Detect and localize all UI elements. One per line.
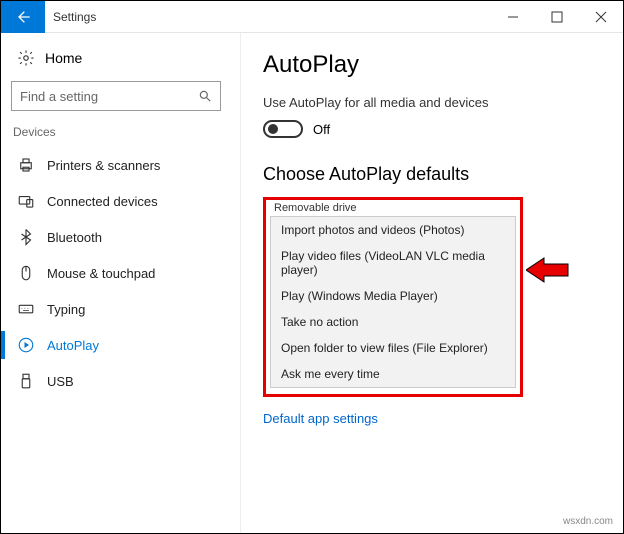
sidebar-item-usb[interactable]: USB [11, 363, 230, 399]
sidebar-item-label: Connected devices [47, 194, 158, 209]
sidebar-item-mouse[interactable]: Mouse & touchpad [11, 255, 230, 291]
keyboard-icon [17, 300, 35, 318]
sidebar-item-typing[interactable]: Typing [11, 291, 230, 327]
sidebar-item-label: USB [47, 374, 74, 389]
mouse-icon [17, 264, 35, 282]
maximize-button[interactable] [535, 1, 579, 33]
window-title: Settings [45, 10, 491, 24]
home-button[interactable]: Home [11, 45, 230, 71]
dropdown-option[interactable]: Play (Windows Media Player) [271, 283, 515, 309]
defaults-heading: Choose AutoPlay defaults [263, 164, 601, 185]
maximize-icon [551, 11, 563, 23]
close-button[interactable] [579, 1, 623, 33]
autoplay-toggle[interactable]: Off [263, 120, 601, 138]
connected-icon [17, 192, 35, 210]
autoplay-icon [17, 336, 35, 354]
window-controls [491, 1, 623, 33]
removable-drive-dropdown[interactable]: Removable drive Import photos and videos… [263, 197, 523, 397]
close-icon [595, 11, 607, 23]
watermark: wsxdn.com [563, 516, 613, 527]
home-label: Home [45, 50, 82, 66]
section-label: Devices [13, 125, 230, 139]
dropdown-option[interactable]: Ask me every time [271, 361, 515, 387]
settings-window: Settings Home Find a setting Devices Pri… [0, 0, 624, 534]
page-title: AutoPlay [263, 51, 601, 79]
sidebar: Home Find a setting Devices Printers & s… [1, 33, 241, 533]
back-button[interactable] [1, 1, 45, 33]
sidebar-item-printers[interactable]: Printers & scanners [11, 147, 230, 183]
toggle-caption: Use AutoPlay for all media and devices [263, 95, 601, 110]
sidebar-item-label: AutoPlay [47, 338, 99, 353]
minimize-button[interactable] [491, 1, 535, 33]
default-app-settings-link[interactable]: Default app settings [263, 411, 378, 426]
printer-icon [17, 156, 35, 174]
sidebar-item-label: Bluetooth [47, 230, 102, 245]
search-placeholder: Find a setting [20, 89, 98, 104]
sidebar-item-bluetooth[interactable]: Bluetooth [11, 219, 230, 255]
dropdown-option[interactable]: Open folder to view files (File Explorer… [271, 335, 515, 361]
minimize-icon [507, 11, 519, 23]
dropdown-option[interactable]: Import photos and videos (Photos) [271, 217, 515, 243]
search-icon [198, 89, 212, 103]
toggle-track [263, 120, 303, 138]
gear-icon [17, 49, 35, 67]
sidebar-item-label: Mouse & touchpad [47, 266, 155, 281]
toggle-thumb [268, 124, 278, 134]
dropdown-option[interactable]: Play video files (VideoLAN VLC media pla… [271, 243, 515, 283]
usb-icon [17, 372, 35, 390]
dropdown-label: Removable drive [266, 200, 520, 214]
sidebar-item-autoplay[interactable]: AutoPlay [11, 327, 230, 363]
dropdown-list: Import photos and videos (Photos) Play v… [270, 216, 516, 388]
sidebar-item-label: Typing [47, 302, 85, 317]
sidebar-item-connected[interactable]: Connected devices [11, 183, 230, 219]
annotation-arrow-icon [526, 255, 570, 285]
arrow-left-icon [15, 9, 31, 25]
dropdown-option[interactable]: Take no action [271, 309, 515, 335]
search-input[interactable]: Find a setting [11, 81, 221, 111]
sidebar-item-label: Printers & scanners [47, 158, 160, 173]
toggle-state-label: Off [313, 122, 330, 137]
titlebar: Settings [1, 1, 623, 33]
bluetooth-icon [17, 228, 35, 246]
